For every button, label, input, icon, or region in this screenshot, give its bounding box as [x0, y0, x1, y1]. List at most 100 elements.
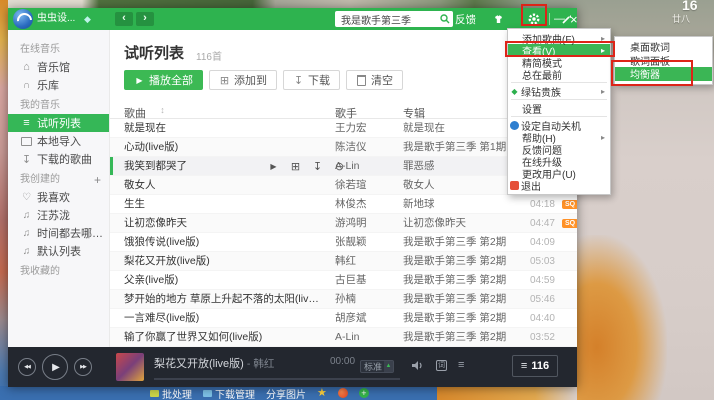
playlist-toggle-button[interactable]: ≡ 116 — [512, 355, 558, 377]
star-icon[interactable]: ★ — [317, 388, 327, 399]
volume-icon[interactable] — [412, 360, 425, 371]
table-row[interactable]: 输了你赢了世界又如何(live版)A-Lin我是歌手第三季 第2期03:52 — [110, 328, 577, 347]
sidebar-item-label: 时间都去哪儿了 — [37, 225, 109, 241]
table-row[interactable]: 生生林俊杰新地球04:18SQ — [110, 195, 577, 214]
song-cell: 敬女人 — [124, 176, 156, 195]
sidebar-item-label: 汪苏泷 — [37, 207, 70, 223]
duration-cell: 04:40 — [515, 309, 555, 328]
menu-item[interactable]: 总在最前 — [508, 68, 610, 80]
quality-arrow-icon[interactable]: ▲ — [384, 361, 393, 372]
screen: 16 廿八 批处理下载管理分享图片★+ 虫虫设... ◆ ‹ › 反馈 — — [0, 0, 714, 400]
heart-icon — [20, 192, 33, 203]
table-row[interactable]: 饿狼传说(live版)张靓颖我是歌手第三季 第2期04:09 — [110, 233, 577, 252]
table-row[interactable]: 梦开始的地方 草原上升起不落的太阳(live版)孙楠我是歌手第三季 第2期05:… — [110, 290, 577, 309]
search-input[interactable] — [335, 11, 453, 27]
menu-item[interactable]: 退出 — [508, 179, 610, 191]
add-icon[interactable]: + — [359, 388, 369, 398]
sidebar-item[interactable]: 音乐馆 — [8, 58, 109, 76]
artist-cell: 徐若瑄 — [335, 176, 367, 195]
album-cell: 我是歌手第三季 第2期 — [403, 328, 506, 347]
add-to-icon[interactable] — [289, 160, 302, 173]
album-art[interactable] — [116, 353, 144, 381]
toolbar-button[interactable]: 下载 — [283, 70, 340, 90]
taskbar-item[interactable]: 批处理 — [150, 386, 192, 400]
sidebar-item[interactable]: 汪苏泷 — [8, 206, 109, 224]
trash-icon — [356, 75, 367, 86]
menu-item-label: 退出 — [521, 178, 541, 193]
toolbar-button[interactable]: 清空 — [346, 70, 403, 90]
taskbar[interactable]: 批处理下载管理分享图片 ★ + — [0, 386, 437, 400]
note-icon — [20, 210, 33, 221]
username[interactable]: 虫虫设... — [37, 8, 75, 30]
sidebar-item[interactable]: 默认列表 — [8, 242, 109, 260]
taskbar-item-label: 批处理 — [162, 386, 192, 400]
sidebar-item[interactable]: 时间都去哪儿了 — [8, 224, 109, 242]
sidebar-item[interactable]: 我喜欢 — [8, 188, 109, 206]
table-row[interactable]: 梨花又开放(live版)韩红我是歌手第三季 第2期05:03 — [110, 252, 577, 271]
desktop-wallpaper-top — [8, 0, 577, 8]
song-cell: 让初恋像昨天 — [124, 214, 187, 233]
table-row[interactable]: 父亲(live版)古巨基我是歌手第三季 第2期04:59 — [110, 271, 577, 290]
progress-bar[interactable] — [154, 378, 400, 380]
toolbar-button[interactable]: 添加到 — [209, 70, 277, 90]
submenu-item[interactable]: 桌面歌词 — [615, 40, 712, 54]
song-cell: 输了你赢了世界又如何(live版) — [124, 328, 262, 347]
sort-icon[interactable] — [156, 105, 169, 115]
artist-cell: A-Lin — [335, 157, 360, 176]
duration-cell: 04:59 — [515, 271, 555, 290]
back-button[interactable]: ‹ — [115, 12, 133, 26]
app-logo-icon[interactable] — [13, 9, 33, 29]
add-to-icon — [219, 74, 230, 87]
sidebar-section-label: 我收藏的 — [20, 266, 60, 277]
quality-selector[interactable]: 标准▲ — [360, 360, 394, 373]
add-playlist-button[interactable]: + — [94, 172, 101, 188]
sidebar-item[interactable]: 本地导入 — [8, 132, 109, 150]
sidebar-section-header: 我收藏的 — [8, 264, 109, 280]
close-button[interactable]: × — [570, 8, 578, 30]
taskbar-item-icon — [203, 390, 212, 397]
taskbar-item[interactable]: 下载管理 — [203, 386, 255, 400]
music-hall-icon — [20, 61, 33, 73]
menu-item[interactable]: 绿钻贵族 ▸ — [508, 85, 610, 97]
sidebar-item[interactable]: 乐库 — [8, 76, 109, 94]
sidebar-item-label: 乐库 — [37, 77, 59, 93]
sidebar-item[interactable]: 下载的歌曲 — [8, 150, 109, 168]
previous-button[interactable]: ◀◀ — [18, 358, 36, 376]
table-row[interactable]: 让初恋像昨天游鸿明让初恋像昨天04:47SQ — [110, 214, 577, 233]
search-box[interactable] — [335, 11, 453, 27]
headphones-icon — [20, 80, 33, 91]
sq-badge: SQ — [562, 200, 577, 209]
menu-item[interactable]: 设置 — [508, 102, 610, 114]
album-cell: 我是歌手第三季 第2期 — [403, 233, 506, 252]
taskbar-item[interactable]: 分享图片 — [266, 386, 306, 400]
search-icon[interactable] — [440, 14, 450, 24]
feedback-button[interactable]: 反馈 — [455, 8, 476, 30]
annotation-box-view — [505, 41, 615, 57]
browser-icon[interactable] — [338, 388, 348, 398]
sidebar-item-label: 试听列表 — [37, 115, 81, 131]
skin-shirt-icon[interactable] — [492, 8, 505, 30]
table-row[interactable]: 一言难尽(live版)胡彦斌我是歌手第三季 第2期04:40 — [110, 309, 577, 328]
lyrics-icon[interactable]: 词 — [436, 360, 447, 371]
power-timer-icon — [508, 121, 521, 130]
play-mode-icon[interactable]: ≡ — [458, 359, 464, 371]
toolbar-button[interactable]: 播放全部 — [124, 70, 203, 90]
song-cell: 梨花又开放(live版) — [124, 252, 210, 271]
song-count: 116首 — [196, 48, 222, 63]
sidebar-item-label: 本地导入 — [37, 133, 81, 149]
playback-time: 00:00 — [330, 356, 355, 367]
sidebar-item[interactable]: 试听列表 — [8, 114, 109, 132]
artist-cell: A-Lin — [335, 328, 360, 347]
player-icons: 词 ≡ — [412, 359, 464, 371]
player-bar: ◀◀ ▶ ▶▶ 梨花又开放(live版) - 韩红 00:00 标准▲ 词 ≡ … — [8, 347, 577, 387]
artist-cell: 张靓颖 — [335, 233, 367, 252]
play-icon[interactable] — [267, 162, 280, 171]
menu-item-label: 绿钻贵族 — [521, 84, 561, 99]
forward-button[interactable]: › — [136, 12, 154, 26]
next-button[interactable]: ▶▶ — [74, 358, 92, 376]
play-button[interactable]: ▶ — [42, 354, 68, 380]
download-icon[interactable] — [311, 160, 324, 173]
submenu-arrow-icon: ▸ — [601, 87, 605, 96]
submenu-arrow-icon: ▸ — [601, 133, 605, 142]
playlist-count: 116 — [531, 360, 549, 372]
